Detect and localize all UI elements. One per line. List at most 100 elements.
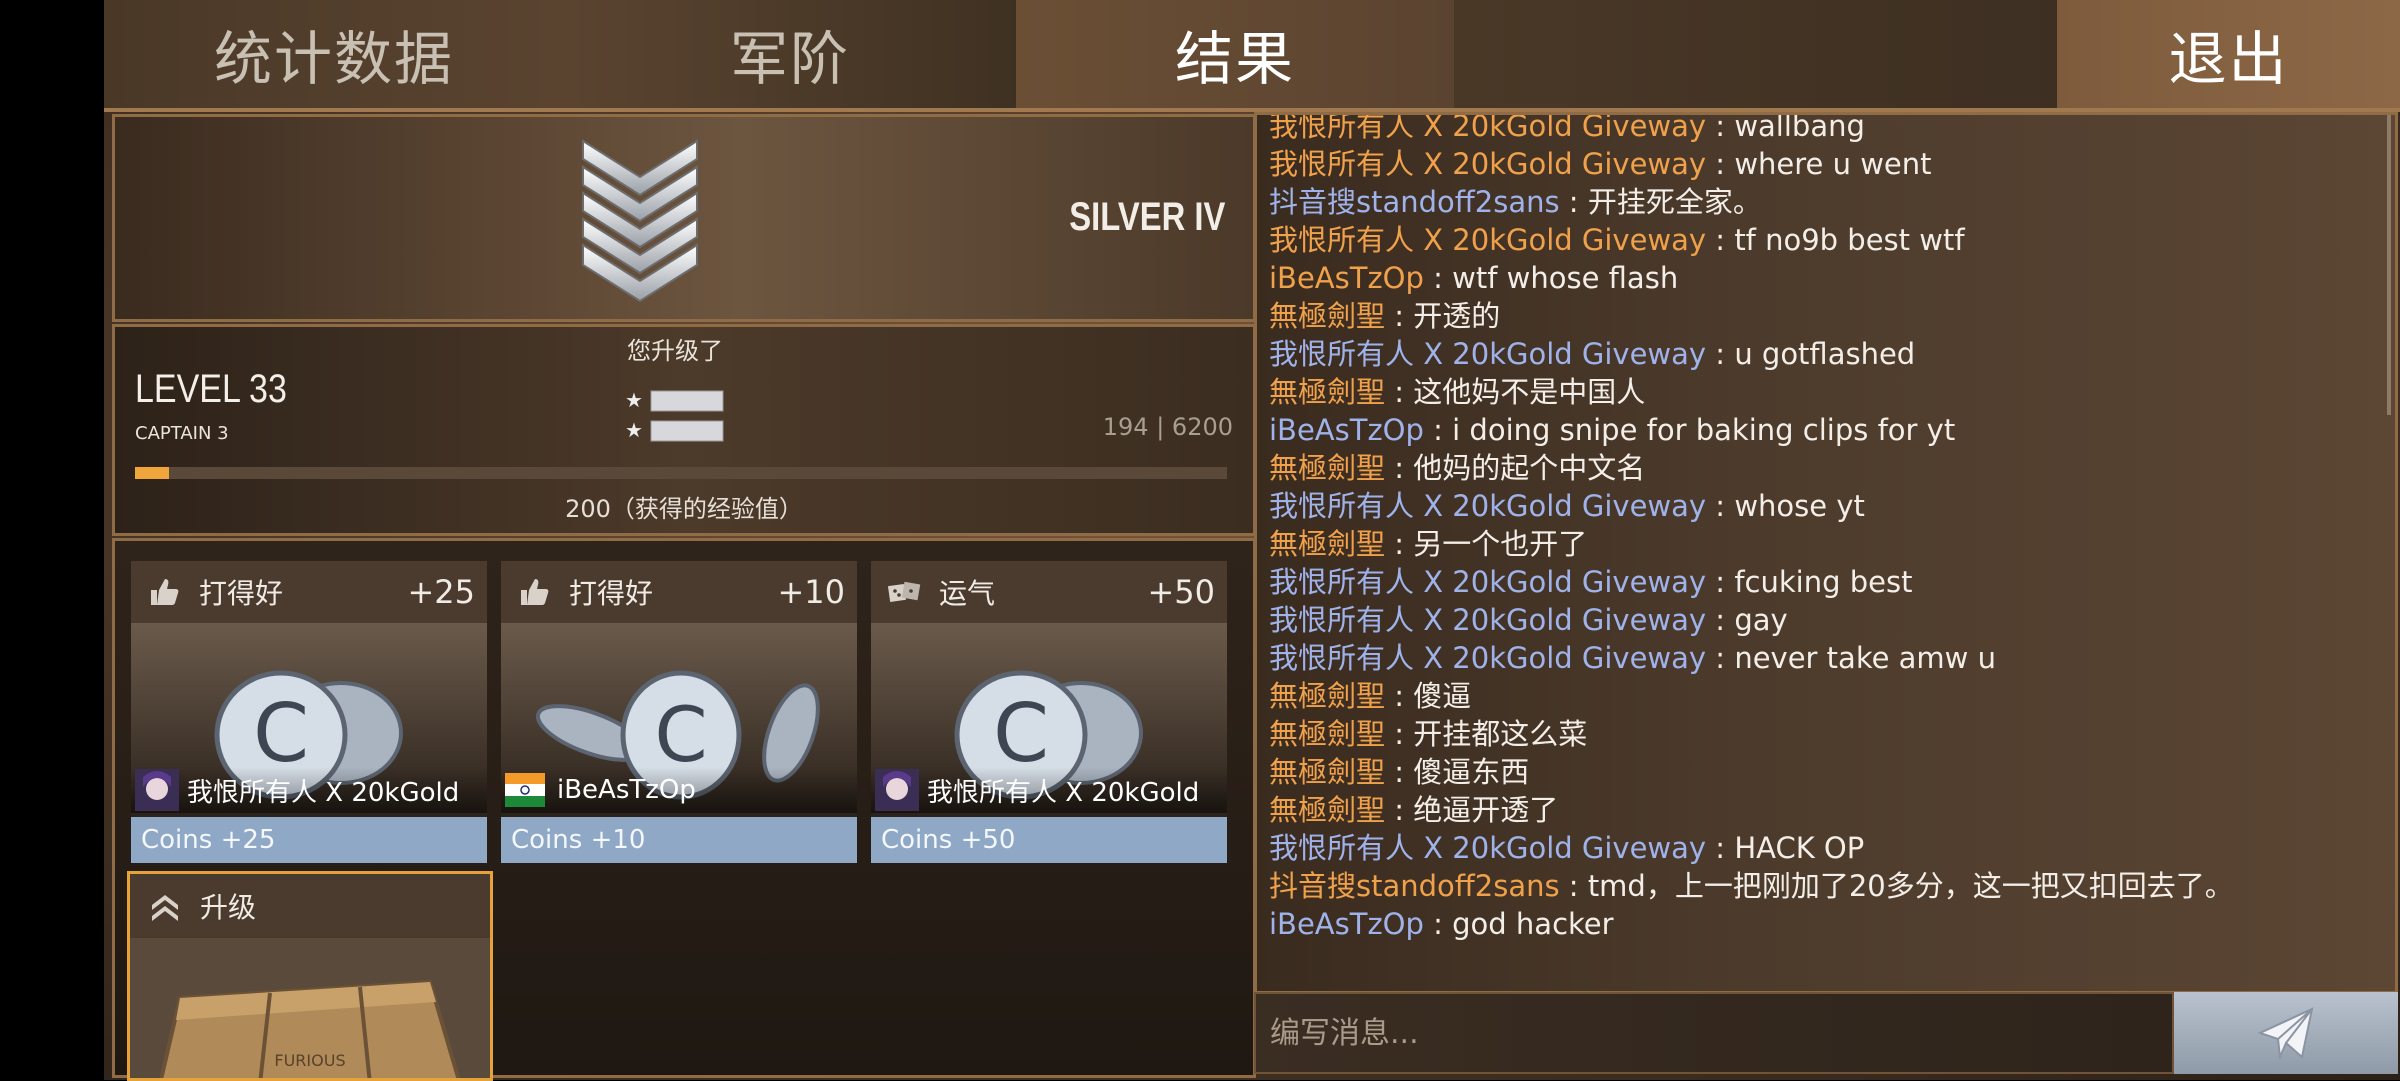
chat-message: 我恨所有人 X 20kGold Giveway : never take amw… xyxy=(1269,639,2375,677)
tab-results[interactable]: 结果 xyxy=(1016,0,1454,108)
chat-message-text: 开挂死全家。 xyxy=(1587,185,1762,219)
chat-separator: : xyxy=(1385,679,1414,713)
level-up-label: 您升级了 xyxy=(627,337,723,365)
chat-message-text: u gotflashed xyxy=(1734,337,1916,371)
chat-message: 無極劍聖 : 傻逼东西 xyxy=(1269,753,2375,791)
tab-rank[interactable]: 军阶 xyxy=(564,0,1016,108)
reward-player: iBeAsTzOp xyxy=(501,767,857,813)
coins-reward: Coins +10 xyxy=(501,817,857,863)
reward-card-header: 运气 +50 xyxy=(871,561,1227,623)
chat-message-text: i doing snipe for baking clips for yt xyxy=(1452,413,1956,447)
tab-statistics[interactable]: 统计数据 xyxy=(104,0,564,108)
chat-separator: : xyxy=(1385,793,1414,827)
chat-separator: : xyxy=(1385,755,1414,789)
weapon-case-image: FURIOUS xyxy=(130,938,490,1078)
anime-avatar xyxy=(875,769,919,811)
chat-sender-name[interactable]: 我恨所有人 X 20kGold Giveway xyxy=(1269,115,1706,143)
chat-scrollbar[interactable] xyxy=(2387,115,2391,415)
chat-sender-name[interactable]: 無極劍聖 xyxy=(1269,793,1385,827)
reward-player: 我恨所有人 X 20kGold xyxy=(871,767,1227,813)
chat-message: iBeAsTzOp : god hacker xyxy=(1269,905,2375,943)
chat-message-text: 另一个也开了 xyxy=(1413,527,1588,561)
chat-separator: : xyxy=(1385,299,1414,333)
paper-plane-icon xyxy=(2258,1007,2314,1059)
upgrade-title: 升级 xyxy=(200,891,257,924)
chat-sender-name[interactable]: 抖音搜standoff2sans xyxy=(1269,185,1560,219)
captain-insignia-icon: ★ ★ xyxy=(625,388,724,442)
chat-message: 無極劍聖 : 这他妈不是中国人 xyxy=(1269,373,2375,411)
upgrade-card-header: 升级 xyxy=(130,874,490,938)
level-text: LEVEL 33 xyxy=(135,367,287,411)
chat-sender-name[interactable]: 我恨所有人 X 20kGold Giveway xyxy=(1269,831,1706,865)
chat-sender-name[interactable]: 我恨所有人 X 20kGold Giveway xyxy=(1269,223,1706,257)
player-name: iBeAsTzOp xyxy=(557,775,696,805)
tab-bar-spacer xyxy=(1454,0,2057,108)
chat-separator: : xyxy=(1706,831,1735,865)
chat-separator: : xyxy=(1559,869,1588,903)
chat-message-text: where u went xyxy=(1734,147,1932,181)
chat-sender-name[interactable]: 無極劍聖 xyxy=(1269,299,1385,333)
chat-separator: : xyxy=(1706,489,1735,523)
chat-sender-name[interactable]: iBeAsTzOp xyxy=(1269,907,1424,941)
chat-sender-name[interactable]: 無極劍聖 xyxy=(1269,527,1385,561)
chat-message-text: fcuking best xyxy=(1734,565,1913,599)
send-button[interactable] xyxy=(2174,992,2398,1074)
chat-message: 我恨所有人 X 20kGold Giveway : where u went xyxy=(1269,145,2375,183)
coins-reward: Coins +25 xyxy=(131,817,487,863)
chat-separator: : xyxy=(1385,717,1414,751)
chat-message: 抖音搜standoff2sans : tmd，上一把刚加了20多分，这一把又扣回… xyxy=(1269,867,2375,905)
chat-message-input[interactable] xyxy=(1256,994,2172,1072)
exit-button[interactable]: 退出 xyxy=(2057,0,2400,108)
india-flag xyxy=(505,773,545,807)
chat-message: 我恨所有人 X 20kGold Giveway : HACK OP xyxy=(1269,829,2375,867)
chat-separator: : xyxy=(1706,603,1735,637)
chat-message-text: gay xyxy=(1734,603,1788,637)
chat-panel[interactable]: 我恨所有人 X 20kGold Giveway : wallbang 我恨所有人 … xyxy=(1254,112,2398,994)
chat-sender-name[interactable]: 無極劍聖 xyxy=(1269,375,1385,409)
chat-message: 我恨所有人 X 20kGold Giveway : u gotflashed xyxy=(1269,335,2375,373)
chat-message-text: wallbang xyxy=(1734,112,1865,143)
rewards-area: 打得好 +25 C 我恨所有人 X 20kGold Coins +25 打得好 … xyxy=(112,538,1256,1081)
level-panel: 您升级了 LEVEL 33 CAPTAIN 3 ★ ★ 194 | 6200 2… xyxy=(112,324,1256,536)
reward-card[interactable]: 打得好 +10 C iBeAsTzOp Coins +10 xyxy=(501,561,857,863)
chat-sender-name[interactable]: 無極劍聖 xyxy=(1269,451,1385,485)
chat-message: iBeAsTzOp : i doing snipe for baking cli… xyxy=(1269,411,2375,449)
chat-message: 無極劍聖 : 另一个也开了 xyxy=(1269,525,2375,563)
chat-sender-name[interactable]: 我恨所有人 X 20kGold Giveway xyxy=(1269,337,1706,371)
rank-name: SILVER IV xyxy=(1068,195,1225,239)
chat-sender-name[interactable]: 我恨所有人 X 20kGold Giveway xyxy=(1269,489,1706,523)
chat-sender-name[interactable]: iBeAsTzOp xyxy=(1269,261,1424,295)
military-title: CAPTAIN 3 xyxy=(135,423,229,444)
chat-message-text: 开挂都这么菜 xyxy=(1413,717,1588,751)
rank-panel: SILVER IV xyxy=(112,114,1256,322)
chat-sender-name[interactable]: 我恨所有人 X 20kGold Giveway xyxy=(1269,641,1706,675)
xp-gained: 200（获得的经验值） xyxy=(565,495,803,523)
reward-title: 打得好 xyxy=(199,577,284,610)
xp-progress-fill xyxy=(135,467,169,479)
reward-points: +10 xyxy=(777,573,845,611)
chat-sender-name[interactable]: 我恨所有人 X 20kGold Giveway xyxy=(1269,603,1706,637)
chat-sender-name[interactable]: 無極劍聖 xyxy=(1269,679,1385,713)
chat-sender-name[interactable]: 無極劍聖 xyxy=(1269,755,1385,789)
chat-sender-name[interactable]: 無極劍聖 xyxy=(1269,717,1385,751)
chat-composer xyxy=(1254,992,2174,1074)
chat-message-text: wtf whose flash xyxy=(1452,261,1679,295)
xp-counter: 194 | 6200 xyxy=(1102,413,1233,441)
reward-player: 我恨所有人 X 20kGold xyxy=(131,767,487,813)
chat-message-text: 开透的 xyxy=(1413,299,1501,333)
chat-sender-name[interactable]: iBeAsTzOp xyxy=(1269,413,1424,447)
player-name: 我恨所有人 X 20kGold xyxy=(927,777,1200,808)
chat-sender-name[interactable]: 抖音搜standoff2sans xyxy=(1269,869,1560,903)
upgrade-reward-card[interactable]: 升级 FURIOUS xyxy=(127,871,493,1081)
chat-separator: : xyxy=(1559,185,1588,219)
reward-card[interactable]: 运气 +50 C 我恨所有人 X 20kGold Coins +50 xyxy=(871,561,1227,863)
chat-message-text: 傻逼 xyxy=(1413,679,1472,713)
chat-message: 我恨所有人 X 20kGold Giveway : fcuking best xyxy=(1269,563,2375,601)
reward-card[interactable]: 打得好 +25 C 我恨所有人 X 20kGold Coins +25 xyxy=(131,561,487,863)
chat-message-text: 他妈的起个中文名 xyxy=(1413,451,1646,485)
svg-text:★: ★ xyxy=(625,388,643,412)
chat-message-text: 傻逼东西 xyxy=(1413,755,1530,789)
chat-sender-name[interactable]: 我恨所有人 X 20kGold Giveway xyxy=(1269,565,1706,599)
chat-sender-name[interactable]: 我恨所有人 X 20kGold Giveway xyxy=(1269,147,1706,181)
reward-title: 打得好 xyxy=(569,577,654,610)
